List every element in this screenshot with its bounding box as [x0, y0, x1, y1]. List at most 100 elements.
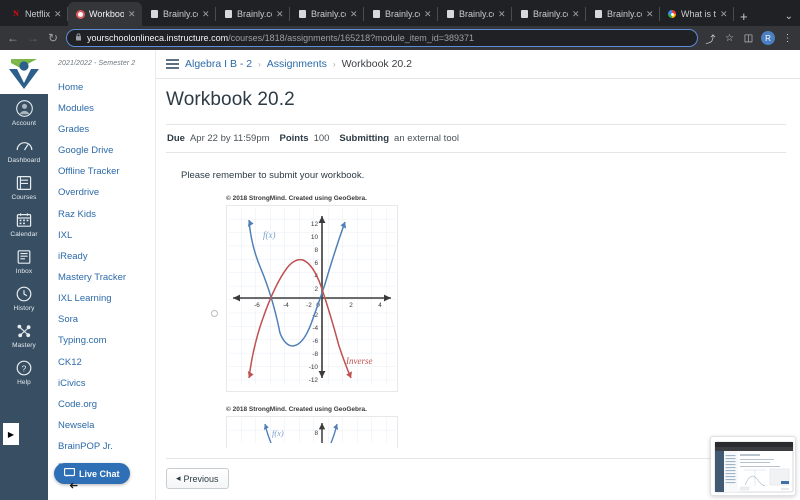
close-icon[interactable]: ✕: [54, 9, 63, 20]
browser-tab-brainly-7[interactable]: Brainly.com ✕: [586, 2, 661, 26]
breadcrumb-assignments[interactable]: Assignments: [267, 58, 327, 70]
course-nav-raz-kids[interactable]: Raz Kids: [48, 204, 155, 225]
meta-points: Points 100: [280, 133, 330, 144]
profile-avatar[interactable]: R: [761, 31, 775, 45]
chevron-down-icon[interactable]: ⌄: [785, 11, 800, 26]
browser-tab-brainly-6[interactable]: Brainly.com ✕: [512, 2, 587, 26]
svg-text:2: 2: [349, 302, 353, 309]
close-icon[interactable]: ✕: [720, 9, 729, 20]
close-icon[interactable]: ✕: [276, 9, 285, 20]
thumbnail-connector-line: [710, 465, 711, 466]
expand-nav-button[interactable]: ▶: [3, 423, 19, 445]
live-chat-button[interactable]: Live Chat: [54, 463, 130, 484]
sidebar-item-account[interactable]: Account: [0, 94, 48, 131]
previous-button-label: Previous: [183, 473, 219, 484]
sidebar-item-label: Dashboard: [7, 157, 41, 164]
sidebar-item-dashboard[interactable]: Dashboard: [0, 131, 48, 168]
side-panel-icon[interactable]: ◫: [742, 33, 755, 44]
mouse-cursor-icon: ➜: [69, 480, 79, 492]
course-nav-ck12[interactable]: CK12: [48, 352, 155, 373]
course-nav-home[interactable]: Home: [48, 77, 155, 98]
tab-title: Workbook 2: [89, 9, 125, 19]
close-icon[interactable]: ✕: [498, 9, 507, 20]
course-nav-overdrive[interactable]: Overdrive: [48, 183, 155, 204]
svg-text:10: 10: [311, 234, 319, 241]
reload-button[interactable]: ↻: [46, 31, 60, 45]
tab-title: Brainly.com: [163, 9, 198, 19]
sidebar-item-inbox[interactable]: Inbox: [0, 242, 48, 279]
meta-key: Due: [167, 133, 185, 144]
mastery-icon: [15, 321, 34, 340]
svg-text:Inverse: Inverse: [345, 356, 373, 366]
browser-tab-what-is-the[interactable]: What is the ✕: [660, 2, 735, 26]
sidebar-item-calendar[interactable]: Calendar: [0, 205, 48, 242]
forward-button[interactable]: →: [26, 31, 40, 45]
breadcrumb: Algebra I B - 2 › Assignments › Workbook…: [156, 50, 800, 78]
chrome-icon: [667, 9, 677, 19]
course-nav-iready[interactable]: iReady: [48, 246, 155, 267]
browser-tab-brainly-4[interactable]: Brainly.com ✕: [364, 2, 439, 26]
previous-button[interactable]: ◂ Previous: [166, 468, 229, 489]
svg-text:2: 2: [314, 286, 318, 293]
svg-text:-6: -6: [312, 338, 318, 345]
sidebar-item-help[interactable]: ? Help: [0, 353, 48, 390]
svg-text:-2: -2: [306, 302, 312, 309]
browser-tab-netflix[interactable]: N Netflix ✕: [4, 2, 69, 26]
sidebar-item-courses[interactable]: Courses: [0, 168, 48, 205]
course-nav-offline-tracker[interactable]: Offline Tracker: [48, 162, 155, 183]
browser-tab-brainly-5[interactable]: Brainly.com ✕: [438, 2, 513, 26]
assignment-instructions: Please remember to submit your workbook.: [181, 170, 365, 181]
document-icon: [223, 9, 233, 19]
new-tab-button[interactable]: +: [734, 9, 754, 26]
course-nav-ixl-learning[interactable]: IXL Learning: [48, 289, 155, 310]
tab-title: Brainly.com: [533, 9, 568, 19]
close-icon[interactable]: ✕: [202, 9, 211, 20]
meta-key: Points: [279, 133, 309, 144]
browser-tab-workbook[interactable]: Workbook 2 ✕: [68, 2, 143, 26]
svg-text:8: 8: [314, 247, 318, 254]
tab-title: Netflix: [25, 9, 51, 19]
close-icon[interactable]: ✕: [424, 9, 433, 20]
close-icon[interactable]: ✕: [572, 9, 581, 20]
inbox-icon: [15, 247, 34, 266]
browser-tab-brainly-3[interactable]: Brainly.com ✕: [290, 2, 365, 26]
url-host: yourschoolonlineca.instructure.com: [87, 33, 229, 43]
course-nav-icivics[interactable]: iCivics: [48, 373, 155, 394]
course-nav-mastery-tracker[interactable]: Mastery Tracker: [48, 267, 155, 288]
hamburger-icon[interactable]: [166, 59, 179, 69]
browser-menu-icon[interactable]: ⋮: [781, 33, 794, 44]
course-nav-google-drive[interactable]: Google Drive: [48, 140, 155, 161]
svg-text:?: ?: [22, 363, 27, 373]
course-nav-brainpop-jr[interactable]: BrainPOP Jr.: [48, 437, 155, 458]
sidebar-item-mastery[interactable]: Mastery: [0, 316, 48, 353]
tab-title: What is the: [681, 9, 717, 19]
school-logo[interactable]: [0, 50, 48, 94]
breadcrumb-current: Workbook 20.2: [341, 58, 413, 70]
course-nav-sora[interactable]: Sora: [48, 310, 155, 331]
assignment-body: Workbook 20.2 Due Apr 22 by 11:59pm Poin…: [156, 79, 800, 489]
close-icon[interactable]: ✕: [128, 9, 137, 20]
close-icon[interactable]: ✕: [350, 9, 359, 20]
browser-tab-brainly-1[interactable]: Brainly.com ✕: [142, 2, 217, 26]
address-bar[interactable]: yourschoolonlineca.instructure.com/cours…: [66, 29, 698, 47]
breadcrumb-course[interactable]: Algebra I B - 2: [185, 58, 252, 70]
screenshot-thumbnail-preview[interactable]: [710, 436, 796, 496]
course-nav-ixl[interactable]: IXL: [48, 225, 155, 246]
browser-tab-brainly-2[interactable]: Brainly.com ✕: [216, 2, 291, 26]
radio-button-marker[interactable]: [211, 310, 218, 317]
course-nav-newsela[interactable]: Newsela: [48, 416, 155, 437]
course-nav-modules[interactable]: Modules: [48, 98, 155, 119]
svg-text:-4: -4: [312, 325, 318, 332]
course-nav-code-org[interactable]: Code.org: [48, 394, 155, 415]
bookmark-star-icon[interactable]: ☆: [723, 33, 736, 44]
course-nav-typing-com[interactable]: Typing.com: [48, 331, 155, 352]
global-navigation: Account Dashboard Courses Calendar Inbox…: [0, 50, 48, 500]
back-button[interactable]: ←: [6, 31, 20, 45]
sidebar-item-history[interactable]: History: [0, 279, 48, 316]
close-icon[interactable]: ✕: [646, 9, 655, 20]
share-icon[interactable]: ⤴: [704, 31, 717, 46]
tab-title: Brainly.com: [385, 9, 420, 19]
account-icon: [15, 99, 34, 118]
course-nav-grades[interactable]: Grades: [48, 119, 155, 140]
graph-fx-second: 8 f(x): [226, 416, 398, 448]
